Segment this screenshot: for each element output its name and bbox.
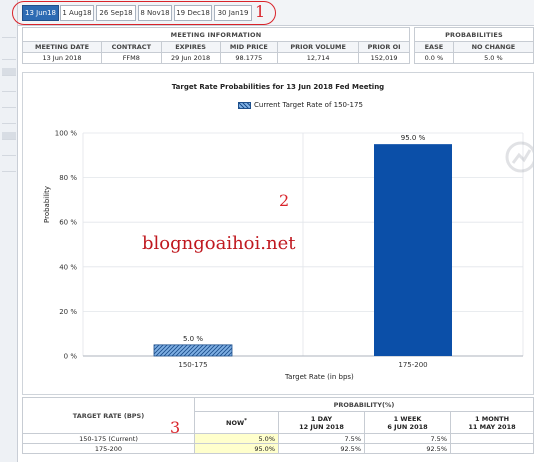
col-mid-price: MID PRICE (219, 41, 279, 53)
bar-175-200 (374, 144, 452, 356)
probability-table: TARGET RATE (BPS) PROBABILITY(%) NOW* 1 … (22, 397, 534, 454)
meeting-info-title: MEETING INFORMATION (22, 27, 410, 42)
mid-price-value: 98.1775 (219, 52, 279, 64)
col-1-month: 1 MONTH 11 MAY 2018 (450, 411, 534, 434)
sidebar-item[interactable] (2, 116, 16, 124)
week-cell: 7.5% (364, 433, 451, 444)
month-cell (450, 443, 534, 454)
x-tick-label: 175-200 (398, 361, 427, 369)
col-prior-oi: PRIOR OI (358, 41, 410, 53)
sidebar-item[interactable] (2, 148, 16, 156)
ease-value: 0.0 % (414, 52, 454, 64)
day-cell: 7.5% (278, 433, 365, 444)
x-tick-label: 150-175 (178, 361, 207, 369)
month-cell (450, 433, 534, 444)
meeting-info-table: MEETING INFORMATION MEETING DATE CONTRAC… (21, 27, 410, 64)
contract-value: FFM8 (101, 52, 162, 64)
watermark-text: blogngoaihoi.net (142, 233, 296, 254)
now-cell: 95.0% (194, 443, 279, 454)
target-rate-header: TARGET RATE (BPS) (22, 397, 195, 434)
col-1-day: 1 DAY 12 JUN 2018 (278, 411, 365, 434)
probabilities-title: PROBABILITIES (414, 27, 534, 42)
day-cell: 92.5% (278, 443, 365, 454)
col-no-change: NO CHANGE (452, 41, 534, 53)
sidebar-item[interactable] (2, 164, 16, 172)
table-row: 150-175 (Current) 5.0% 7.5% 7.5% (22, 433, 534, 444)
col-now-label: NOW (226, 419, 245, 428)
rate-cell: 175-200 (22, 443, 195, 454)
left-sidebar (0, 0, 18, 462)
prior-volume-value: 12,714 (277, 52, 360, 64)
chart-logo-icon (505, 141, 533, 173)
y-tick-label: 60 % (59, 219, 77, 227)
col-1-month-label: 1 MONTH (474, 414, 510, 423)
no-change-value: 5.0 % (452, 52, 534, 64)
y-tick-label: 20 % (59, 308, 77, 316)
now-cell: 5.0% (194, 433, 279, 444)
prior-oi-value: 152,019 (358, 52, 410, 64)
bar-150-175 (153, 344, 233, 357)
y-tick-label: 40 % (59, 263, 77, 271)
sidebar-item[interactable] (2, 52, 16, 60)
target-rate-header-label: TARGET RATE (BPS) (72, 411, 145, 420)
rate-cell: 150-175 (Current) (22, 433, 195, 444)
y-axis-label: Probability (43, 185, 51, 223)
col-1-day-label: 1 DAY (310, 414, 333, 423)
col-ease: EASE (414, 41, 454, 53)
col-now: NOW* (194, 411, 279, 434)
bar-value-label: 5.0 % (183, 335, 203, 343)
annotation-circle (12, 1, 276, 25)
y-tick-label: 100 % (55, 130, 78, 138)
col-expires: EXPIRES (160, 41, 221, 53)
y-tick-label: 0 % (64, 353, 78, 361)
x-axis-label: Target Rate (in bps) (285, 373, 354, 381)
sidebar-item[interactable] (2, 84, 16, 92)
col-meeting-date: MEETING DATE (21, 41, 103, 53)
annotation-number-1: 1 (255, 2, 266, 21)
col-1-month-date: 11 MAY 2018 (468, 422, 516, 431)
meeting-date-value: 13 Jun 2018 (21, 52, 103, 64)
sidebar-item[interactable] (2, 132, 16, 140)
expires-value: 29 Jun 2018 (160, 52, 221, 64)
sidebar-item[interactable] (2, 30, 16, 38)
probability-header: PROBABILITY(%) (194, 397, 534, 412)
col-1-week: 1 WEEK 6 JUN 2018 (364, 411, 451, 434)
col-now-marker: * (244, 417, 247, 424)
probabilities-summary-table: PROBABILITIES EASE NO CHANGE 0.0 % 5.0 % (414, 27, 534, 64)
week-cell: 92.5% (364, 443, 451, 454)
col-1-day-date: 12 JUN 2018 (299, 422, 344, 431)
col-1-week-date: 6 JUN 2018 (387, 422, 428, 431)
sidebar-item-active[interactable] (2, 68, 16, 76)
col-contract: CONTRACT (101, 41, 162, 53)
bar-value-label: 95.0 % (401, 134, 426, 142)
sidebar-item[interactable] (2, 100, 16, 108)
col-prior-volume: PRIOR VOLUME (277, 41, 360, 53)
annotation-number-2: 2 (279, 191, 290, 210)
table-row: 175-200 95.0% 92.5% 92.5% (22, 443, 534, 454)
annotation-number-3: 3 (170, 418, 181, 437)
y-tick-label: 80 % (59, 174, 77, 182)
col-1-week-label: 1 WEEK (393, 414, 422, 423)
